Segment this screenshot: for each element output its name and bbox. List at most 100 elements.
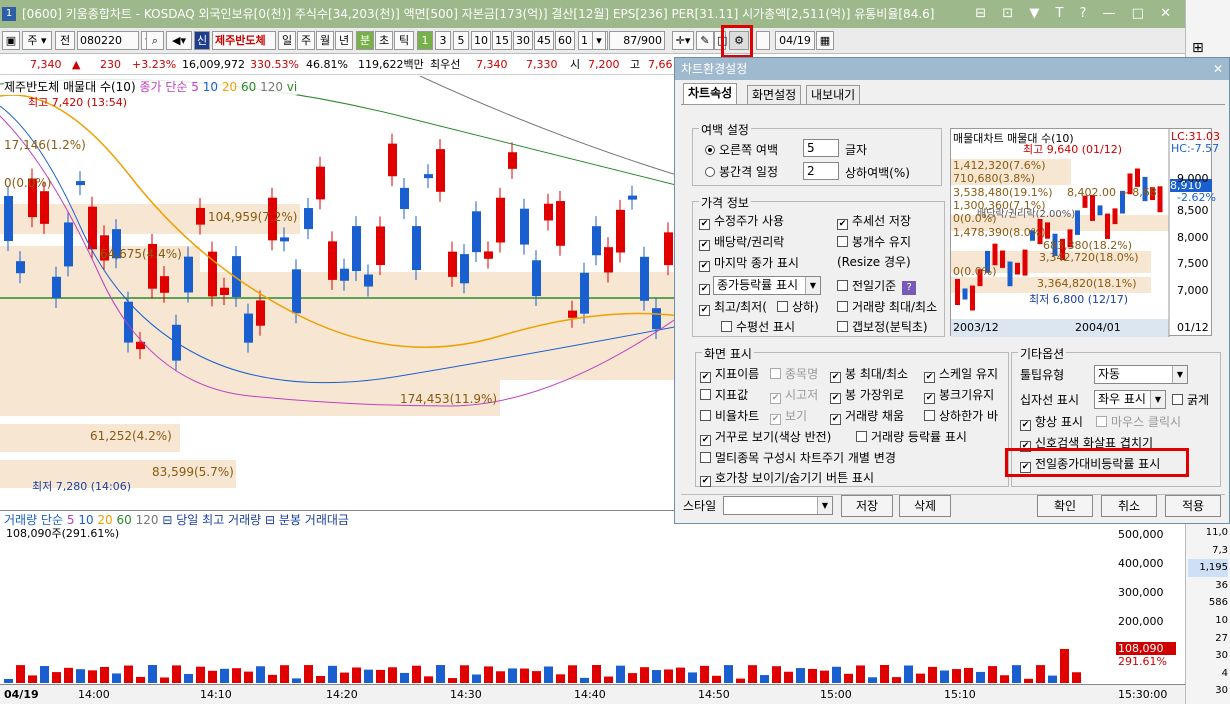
stock-name-checkbox[interactable]: 종목명 bbox=[770, 367, 818, 381]
window-controls[interactable]: ⊟ ⊡ ▼ T ? — □ ✕ bbox=[975, 0, 1177, 28]
adjusted-price-checkbox[interactable]: ✔ 수정주가 사용 bbox=[699, 214, 784, 230]
change-checkbox[interactable]: ✔ bbox=[699, 279, 714, 295]
date-checkbox[interactable] bbox=[756, 31, 770, 50]
preview-candle bbox=[1105, 213, 1110, 239]
dividend-checkbox[interactable]: ✔ 배당락/권리락 bbox=[699, 235, 784, 251]
jeon-button[interactable]: 전 bbox=[55, 31, 75, 50]
volume-chart[interactable]: 거래량 단순 5 10 20 60 120 ⊟ 당일 최고 거래량 ⊟ 분봉 거… bbox=[0, 510, 1115, 685]
delete-button[interactable]: 삭제 bbox=[899, 495, 951, 517]
period-year[interactable]: 년 bbox=[335, 31, 353, 50]
scale-keep-checkbox[interactable]: ✔ 스케일 유지 bbox=[924, 367, 998, 383]
tab-export[interactable]: 내보내기 bbox=[806, 85, 861, 105]
date-field[interactable]: 04/19 bbox=[775, 31, 815, 50]
minute-15[interactable]: 15 bbox=[492, 31, 512, 50]
trendline-save-checkbox[interactable]: ✔ 추세선 저장 bbox=[837, 214, 911, 230]
minute-30[interactable]: 30 bbox=[513, 31, 533, 50]
bar-size-checkbox[interactable]: ✔ 봉크기유지 bbox=[924, 388, 994, 404]
minute-5[interactable]: 5 bbox=[453, 31, 469, 50]
volume-bar bbox=[1024, 678, 1033, 683]
prev-day-basis-checkbox[interactable]: 전일기준? bbox=[837, 279, 917, 295]
period-week[interactable]: 주 bbox=[297, 31, 315, 50]
change-select[interactable]: 종가등락률 표시 ▼ bbox=[713, 276, 821, 295]
invert-view-checkbox[interactable]: ✔ 거꾸로 보기(색상 반전) bbox=[700, 430, 831, 446]
minute-1[interactable]: 1 bbox=[417, 31, 433, 50]
minute-45[interactable]: 45 bbox=[534, 31, 554, 50]
open-price: 7,200 bbox=[588, 58, 620, 71]
candle bbox=[328, 241, 337, 280]
volume-bar bbox=[172, 665, 181, 683]
volume-bar bbox=[868, 677, 877, 683]
candle bbox=[412, 226, 421, 271]
speaker-icon[interactable]: ◀▾ bbox=[166, 31, 192, 50]
indicator-value-checkbox[interactable]: 지표값 bbox=[700, 388, 748, 402]
period-second[interactable]: 초 bbox=[375, 31, 393, 50]
price-chart[interactable]: 제주반도체 매물대 수(10) 종가 단순 5 10 20 60 120 vi … bbox=[0, 75, 681, 508]
volume-maxmin-checkbox[interactable]: 거래량 최대/최소 bbox=[837, 300, 937, 314]
calendar-icon[interactable]: ▦ bbox=[816, 31, 834, 50]
ratio-chart-checkbox[interactable]: 비율차트 bbox=[700, 409, 759, 423]
draw-tool-icon[interactable]: ✎ bbox=[696, 31, 714, 50]
volume-bar bbox=[412, 665, 421, 683]
orderbook-toggle-checkbox[interactable]: ✔ 호가창 보이기/숨기기 버튼 표시 bbox=[700, 471, 874, 487]
tab-chart-props[interactable]: 차트속성 bbox=[683, 83, 738, 105]
period-select[interactable]: 주 ▾ bbox=[22, 31, 52, 50]
always-show-checkbox[interactable]: ✔ 항상 표시 bbox=[1020, 415, 1083, 431]
limit-bar-checkbox[interactable]: 상하한가 바 bbox=[924, 409, 998, 423]
indicator-name-checkbox[interactable]: ✔ 지표이름 bbox=[700, 367, 759, 383]
preview-candle bbox=[1007, 261, 1013, 287]
style-select[interactable]: ▼ bbox=[723, 496, 833, 515]
minute-3[interactable]: 3 bbox=[435, 31, 451, 50]
ok-button[interactable]: 확인 bbox=[1037, 495, 1093, 517]
bar-maxmin-checkbox[interactable]: ✔ 봉 최대/최소 bbox=[830, 367, 908, 383]
gap-correction-checkbox[interactable]: 갭보정(분틱초) bbox=[837, 320, 928, 334]
close-icon[interactable]: ✕ bbox=[1213, 58, 1223, 80]
candle bbox=[592, 226, 601, 256]
margin-gap-input[interactable]: 2 bbox=[803, 162, 839, 180]
hline-checkbox[interactable]: 수평선 표시 bbox=[721, 320, 795, 334]
margin-gap-radio[interactable]: 봉간격 일정 bbox=[705, 165, 778, 179]
margin-right-input[interactable]: 5 bbox=[803, 139, 839, 157]
code-input[interactable]: 080220 bbox=[77, 31, 139, 50]
last-close-checkbox[interactable]: ✔ 마지막 종가 표시 bbox=[699, 256, 799, 272]
apply-button[interactable]: 적용 bbox=[1165, 495, 1221, 517]
view-checkbox[interactable]: ✔ 보기 bbox=[770, 409, 807, 425]
minute-10[interactable]: 10 bbox=[471, 31, 491, 50]
period-tick[interactable]: 틱 bbox=[394, 31, 414, 50]
mouse-click-checkbox[interactable]: 마우스 클릭시 bbox=[1096, 415, 1181, 429]
tooltip-select[interactable]: 자동 ▼ bbox=[1094, 365, 1188, 384]
period-month[interactable]: 월 bbox=[316, 31, 334, 50]
margin-right-radio[interactable]: 오른쪽 여백 bbox=[705, 143, 778, 157]
tab-screen-settings[interactable]: 화면설정 bbox=[747, 85, 802, 105]
crosshair-icon[interactable]: ✛▾ bbox=[672, 31, 694, 50]
multi-stock-checkbox[interactable]: 멀티종목 구성시 차트주기 개별 변경 bbox=[700, 451, 896, 465]
volume-change-checkbox[interactable]: 거래량 등락률 표시 bbox=[856, 430, 967, 444]
bar-count-checkbox[interactable]: 봉개수 유지 bbox=[837, 235, 911, 249]
high-low-checkbox[interactable]: ✔ 최고/최저( bbox=[699, 300, 767, 316]
layout-icon[interactable]: ▣ bbox=[2, 31, 20, 50]
period-day[interactable]: 일 bbox=[278, 31, 296, 50]
volume-bar bbox=[688, 672, 697, 683]
search-icon[interactable]: ⌕ bbox=[146, 31, 164, 50]
candle bbox=[520, 208, 529, 245]
scroll-icon[interactable]: ⊞ bbox=[1192, 40, 1204, 56]
count-field[interactable]: 87/900 bbox=[609, 31, 665, 50]
chevron-down-icon[interactable]: ▾ bbox=[592, 31, 606, 50]
cancel-button[interactable]: 취소 bbox=[1101, 495, 1157, 517]
legend-ma-label: 종가 단순 bbox=[139, 80, 188, 94]
period-minute[interactable]: 분 bbox=[356, 31, 374, 50]
ohl-checkbox[interactable]: ✔ 시고저 bbox=[770, 388, 818, 404]
preview-candle bbox=[962, 288, 968, 300]
bar-top-checkbox[interactable]: ✔ 봉 가장위로 bbox=[830, 388, 904, 404]
save-button[interactable]: 저장 bbox=[841, 495, 893, 517]
legend-title: 제주반도체 매물대 수(10) bbox=[4, 80, 136, 94]
price-change: 230 bbox=[100, 58, 121, 71]
crosshair-select[interactable]: 좌우 표시 ▼ bbox=[1094, 390, 1166, 409]
candle bbox=[472, 211, 481, 253]
bold-checkbox[interactable]: 굵게 bbox=[1172, 393, 1209, 407]
minute-60[interactable]: 60 bbox=[555, 31, 575, 50]
volume-fill-checkbox[interactable]: ✔ 거래량 채움 bbox=[830, 409, 904, 425]
updown-checkbox[interactable]: 상하) bbox=[777, 300, 819, 314]
volume-bar bbox=[160, 677, 169, 683]
trade-amount: 119,622백만 bbox=[358, 58, 424, 71]
volume-bar bbox=[880, 665, 889, 683]
